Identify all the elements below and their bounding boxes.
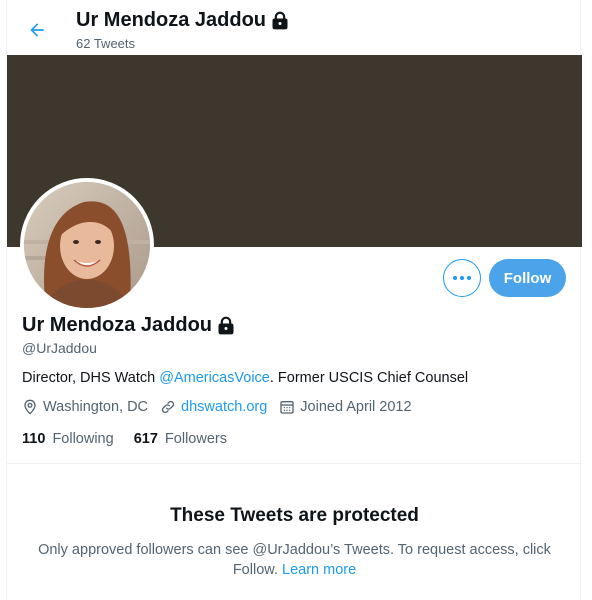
lock-icon [272,11,288,29]
avatar[interactable] [20,178,154,312]
profile-handle: @UrJaddou [22,340,97,356]
follow-button[interactable]: Follow [489,259,566,297]
profile-name: Ur Mendoza Jaddou [22,314,236,337]
followers-count: 617 [133,431,158,447]
following-count: 110 [22,431,46,447]
calendar-icon [280,401,294,414]
bio-text: . Former USCIS Chief Counsel [269,370,469,386]
tweet-count: 62 Tweets [76,36,136,51]
followers-label: Followers [164,431,227,447]
profile-bio: Director, DHS Watch @AmericasVoice. Form… [22,370,468,386]
website-link[interactable]: dhswatch.org [181,399,267,415]
header-title: Ur Mendoza Jaddou [76,9,290,32]
following-label: Following [52,431,114,447]
more-dot-icon [453,276,457,280]
bio-text: Director, DHS Watch [22,370,160,386]
location-pin-icon [24,399,36,415]
join-date: Joined April 2012 [279,399,412,415]
profile-name-text: Ur Mendoza Jaddou [22,314,213,336]
more-dot-icon [460,276,464,280]
profile-meta: Washington, DC dhswatch.org Joined April… [22,399,424,415]
protected-message: Only approved followers can see @UrJaddo… [27,540,562,580]
website: dhswatch.org [160,399,267,415]
protected-title: These Tweets are protected [170,505,419,526]
arrow-left-icon [30,23,44,37]
more-dot-icon [467,276,471,280]
join-date-text: Joined April 2012 [300,399,412,415]
learn-more-link[interactable]: Learn more [282,562,356,578]
profile-page: Ur Mendoza Jaddou 62 Tweets Follow Ur Me… [6,0,582,600]
bio-mention-link[interactable]: @AmericasVoice [159,370,270,386]
location-text: Washington, DC [43,399,149,415]
avatar-photo [24,182,150,308]
section-divider [7,463,582,464]
lock-icon [218,316,234,334]
follow-stats: 110 Following 617 Followers [22,431,247,447]
more-options-button[interactable] [443,259,481,297]
back-button[interactable] [23,16,51,44]
following-link[interactable]: 110 Following [22,431,114,447]
top-bar: Ur Mendoza Jaddou 62 Tweets [7,0,582,55]
followers-link[interactable]: 617 Followers [134,431,227,447]
link-icon [161,400,175,414]
location: Washington, DC [22,399,148,415]
header-name: Ur Mendoza Jaddou [76,9,267,31]
